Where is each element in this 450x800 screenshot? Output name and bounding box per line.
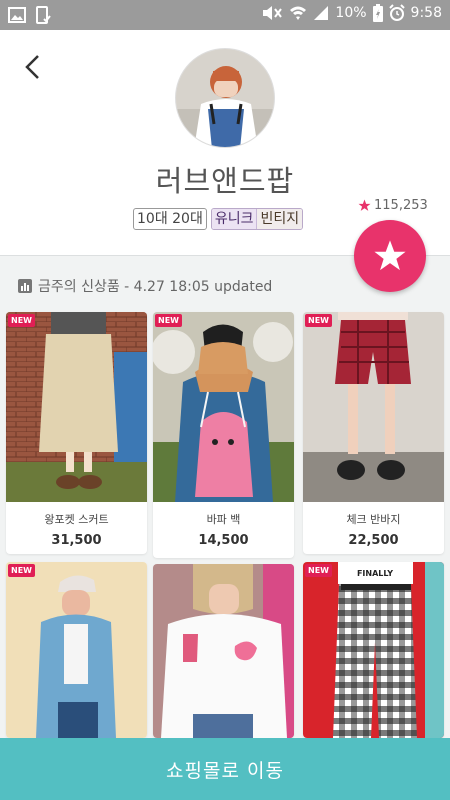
image-icon bbox=[8, 7, 26, 23]
new-badge: NEW bbox=[8, 564, 35, 577]
product-card[interactable] bbox=[153, 564, 294, 738]
style-tags: 유니크 빈티지 bbox=[210, 208, 304, 230]
product-card[interactable]: NEW bbox=[6, 562, 147, 738]
style-tag-vintage: 빈티지 bbox=[256, 209, 303, 229]
product-price: 14,500 bbox=[198, 533, 249, 548]
product-card[interactable]: NEW 체크 반바지 22,500 bbox=[303, 312, 444, 554]
back-arrow-icon[interactable] bbox=[20, 52, 46, 82]
shop-avatar bbox=[175, 48, 275, 148]
age-tag: 10대 20대 bbox=[133, 208, 207, 230]
product-photo: NEW bbox=[153, 312, 294, 502]
mute-icon bbox=[263, 6, 283, 20]
wifi-icon bbox=[290, 6, 307, 20]
phone-check-icon bbox=[36, 6, 51, 24]
product-photo: NEW FINALLY bbox=[303, 562, 444, 738]
product-card[interactable]: NEW FINALLY bbox=[303, 562, 444, 738]
product-photo: NEW bbox=[6, 562, 147, 738]
battery-icon bbox=[372, 4, 383, 22]
product-name: 왕포켓 스커트 bbox=[44, 513, 109, 526]
style-tag-unique: 유니크 bbox=[211, 209, 257, 229]
product-price: 31,500 bbox=[51, 533, 102, 548]
new-arrivals-heading: 금주의 신상품 - 4.27 18:05 updated bbox=[18, 276, 272, 296]
status-bar: 10% 9:58 bbox=[0, 0, 450, 30]
shop-tags: 10대 20대 유니크 빈티지 bbox=[133, 208, 304, 230]
product-card[interactable]: NEW 바파 백 14,500 bbox=[153, 312, 294, 558]
product-photo: NEW bbox=[6, 312, 147, 502]
new-badge: NEW bbox=[155, 314, 182, 327]
star-icon bbox=[358, 199, 371, 211]
new-badge: NEW bbox=[305, 314, 332, 327]
product-name: 바파 백 bbox=[206, 513, 241, 526]
product-photo bbox=[153, 564, 294, 738]
product-card[interactable]: NEW 왕포켓 스커트 31,500 bbox=[6, 312, 147, 554]
favorite-button[interactable] bbox=[354, 220, 426, 292]
new-badge: NEW bbox=[8, 314, 35, 327]
product-name: 체크 반바지 bbox=[346, 513, 401, 526]
shop-name: 러브앤드팝 bbox=[155, 164, 295, 198]
alarm-icon bbox=[388, 4, 405, 21]
battery-percent: 10% bbox=[335, 5, 367, 21]
section-label-text: 금주의 신상품 - 4.27 18:05 updated bbox=[38, 279, 273, 295]
signal-icon bbox=[314, 6, 329, 20]
product-photo: NEW bbox=[303, 312, 444, 502]
go-to-shop-button[interactable]: 쇼핑몰로 이동 bbox=[0, 738, 450, 800]
like-count: 115,253 bbox=[358, 198, 428, 213]
star-icon bbox=[374, 240, 406, 271]
new-badge: NEW bbox=[305, 564, 332, 577]
clock: 9:58 bbox=[410, 5, 442, 21]
chart-icon bbox=[18, 279, 32, 293]
product-price: 22,500 bbox=[348, 533, 399, 548]
shirt-print-text: FINALLY bbox=[357, 569, 393, 578]
like-count-value: 115,253 bbox=[374, 198, 428, 213]
